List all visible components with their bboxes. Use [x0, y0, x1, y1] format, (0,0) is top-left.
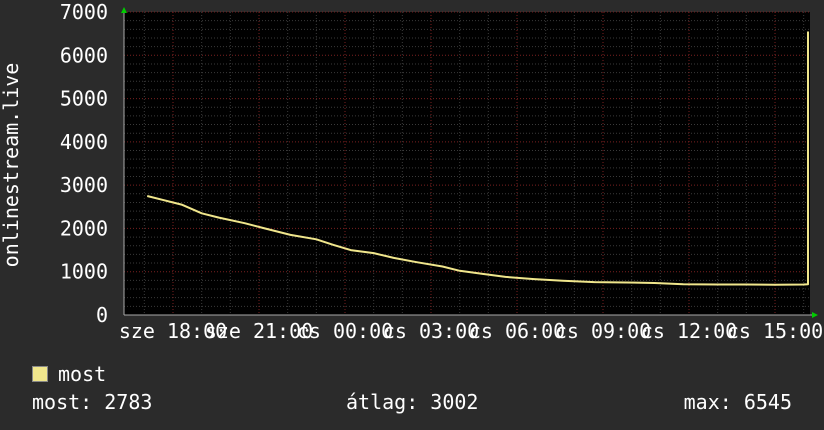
y-tick-label: 7000 — [60, 0, 108, 24]
stat-max: max: 6545 — [683, 390, 792, 414]
y-tick-label: 5000 — [60, 87, 108, 111]
y-tick-label: 0 — [96, 303, 108, 327]
y-tick-label: 6000 — [60, 43, 108, 67]
y-axis-ticks: 0 1000 2000 3000 4000 5000 6000 7000 — [60, 0, 108, 327]
plot-background — [124, 12, 810, 315]
x-tick-label: cs 06:00 — [469, 319, 565, 343]
x-axis-arrow-icon — [812, 312, 818, 318]
y-tick-label: 1000 — [60, 260, 108, 284]
x-tick-label: cs 09:00 — [555, 319, 651, 343]
y-tick-label: 4000 — [60, 130, 108, 154]
legend: most — [32, 362, 106, 386]
stat-average: átlag: 3002 — [346, 390, 479, 414]
stat-current: most: 2783 — [32, 390, 153, 414]
y-tick-label: 3000 — [60, 173, 108, 197]
y-axis-label: onlinestream.live — [0, 63, 23, 268]
y-tick-label: 2000 — [60, 216, 108, 240]
x-tick-label: cs 15:00 — [727, 319, 823, 343]
y-axis-arrow-icon — [121, 7, 127, 13]
legend-label: most — [58, 362, 107, 386]
x-tick-label: cs 00:00 — [297, 319, 393, 343]
legend-swatch — [32, 366, 48, 382]
x-tick-label: cs 03:00 — [383, 319, 479, 343]
x-axis-ticks: sze 18:00sze 21:00cs 00:00cs 03:00cs 06:… — [119, 319, 823, 343]
line-chart: 0 1000 2000 3000 4000 5000 6000 7000 sze 18:00s… — [0, 0, 823, 343]
x-tick-label: cs 12:00 — [641, 319, 737, 343]
